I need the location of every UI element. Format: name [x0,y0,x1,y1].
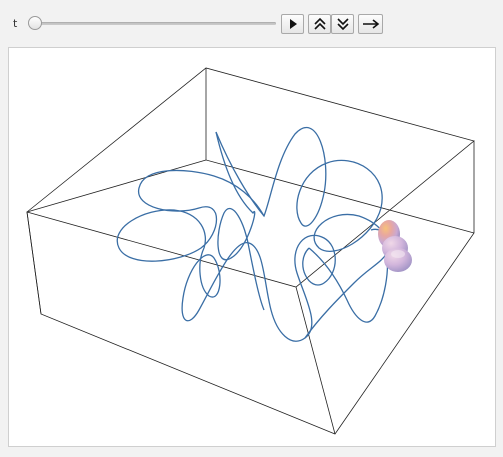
t-slider-thumb[interactable] [28,16,42,30]
plot-panel[interactable] [8,47,496,447]
play-icon [289,19,297,29]
t-label: t [13,17,18,30]
direction-button[interactable] [358,14,383,34]
trajectory-curve [116,126,390,342]
slower-button[interactable] [331,14,354,34]
3d-plot[interactable] [9,48,497,448]
double-chevron-up-icon [313,17,326,30]
double-chevron-down-icon [336,18,349,31]
t-slider-track[interactable] [33,22,276,25]
play-button[interactable] [281,14,304,34]
faster-button[interactable] [308,14,331,34]
tube-object [378,220,412,272]
animation-controls: t [0,0,503,46]
right-arrow-icon [362,19,379,29]
